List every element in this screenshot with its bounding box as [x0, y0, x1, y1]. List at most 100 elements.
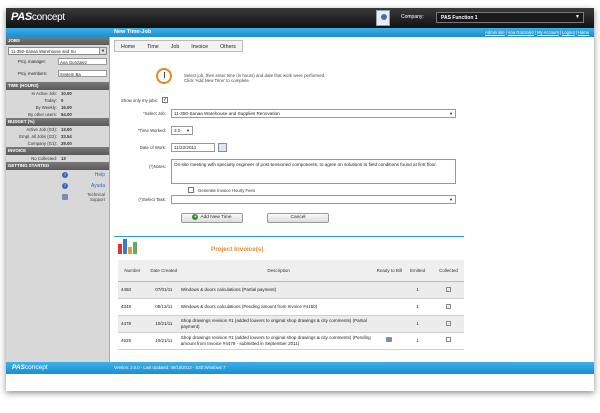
invoice-number: 4450: [118, 281, 147, 299]
invoice-heading: INVOICE: [6, 147, 109, 155]
invoice-description: Windows & doors calculations (Pending am…: [180, 298, 377, 316]
help-icon: ?: [62, 183, 68, 189]
home-link[interactable]: Home: [578, 30, 589, 35]
collected-checkbox[interactable]: ✓: [446, 286, 452, 292]
budget-stat-value: 29.00: [61, 141, 72, 146]
time-stat-row: Today: 0: [6, 97, 109, 104]
tab-home[interactable]: Home: [115, 41, 141, 51]
generate-invoice-checkbox[interactable]: [188, 187, 194, 193]
chevron-down-icon: ▼: [449, 197, 453, 202]
date-of-work-label: Date of Work:: [139, 145, 166, 150]
proj-members-row: Proj. members: System Ba: [6, 69, 109, 78]
top-bar: PASconcept Company: PAS Function 1 ▼: [6, 8, 594, 28]
jobs-heading: JOBS: [6, 37, 109, 45]
time-worked-select[interactable]: 3.0 ▼: [171, 126, 193, 135]
project-invoices-title: Project Invoice(s): [211, 246, 264, 253]
collected-checkbox[interactable]: ✓: [446, 303, 452, 309]
time-stat-row: By Weekly: 16.00: [6, 104, 109, 111]
date-of-work-input[interactable]: 11/22/2011: [171, 143, 215, 152]
help-link-row[interactable]: ? Help: [6, 170, 109, 181]
invoice-number: 4478: [118, 315, 147, 333]
table-row[interactable]: 4450 07/01/11 Windows & doors calculations…: [118, 281, 464, 299]
time-stat-row: By other users: 54.00: [6, 111, 109, 118]
invoice-date: 09/13/11: [146, 298, 181, 316]
show-only-my-jobs-checkbox[interactable]: ✓: [162, 97, 168, 103]
ayuda-link-row[interactable]: ? Ayuda: [6, 181, 109, 192]
col-number: Number: [118, 260, 147, 282]
time-heading: TIME (HOURS): [6, 82, 109, 90]
company-label: Company:: [401, 14, 424, 20]
app-window: PASconcept Company: PAS Function 1 ▼ New …: [6, 8, 594, 391]
tab-job[interactable]: Job: [165, 41, 186, 51]
admin-site-link[interactable]: Admin site: [485, 30, 505, 35]
time-stat-value: 54.00: [61, 112, 72, 117]
collected-checkbox[interactable]: [446, 337, 452, 343]
table-row[interactable]: 4529 10/21/11 Shop drawings revision #1 (a…: [118, 332, 464, 350]
cancel-button[interactable]: Cancel: [267, 213, 329, 223]
invoice-description: Shop drawings revision #1 (added louvers…: [180, 315, 377, 333]
chevron-down-icon: ▼: [99, 48, 106, 54]
table-row[interactable]: 4348 09/13/11 Windows & doors calculations…: [118, 298, 464, 316]
ready-to-bill-cell: [376, 281, 403, 299]
proj-members-select[interactable]: System Ba: [58, 70, 107, 77]
ready-to-bill-cell: [376, 315, 403, 333]
budget-stat-row: Empl. all Jobs (G2): 33.54: [6, 133, 109, 140]
user-name-link[interactable]: Ana Gonzalez: [508, 30, 534, 35]
top-links: Admin site|Ana Gonzalez|My Account|Logou…: [485, 30, 589, 35]
generate-invoice-label: Generate Invoice Hourly Fees: [198, 188, 256, 193]
col-collected: Collected: [433, 260, 464, 282]
notes-textarea[interactable]: On-site meeting with specialty engineer …: [171, 159, 456, 184]
sidebar: JOBS 11-350-Sanaa Warehouse and Su ▼ Proj…: [6, 37, 110, 362]
invoice-date: 07/01/11: [146, 281, 181, 299]
clock-icon: [156, 68, 172, 84]
time-stat-value: 10.00: [61, 91, 72, 96]
invoice-emitted: 1: [402, 332, 434, 350]
support-icon: [62, 194, 68, 200]
select-job-dropdown[interactable]: 11-350-Sanaa Warehouse and Supplies Reno…: [171, 109, 456, 118]
company-select[interactable]: PAS Function 1 ▼: [436, 12, 584, 23]
add-new-time-button[interactable]: + Add New Time: [181, 213, 243, 223]
chevron-down-icon: ▼: [186, 128, 190, 133]
table-header-row: Number Date Created Description Ready to…: [118, 260, 464, 282]
proj-manager-label: Proj. manager:: [18, 59, 47, 64]
col-description: Description: [180, 260, 377, 282]
tab-invoice[interactable]: Invoice: [185, 41, 214, 51]
budget-stat-label: Active Job (G3):: [26, 127, 57, 132]
table-row[interactable]: 4478 10/21/11 Shop drawings revision #1 (a…: [118, 315, 464, 333]
ayuda-link[interactable]: Ayuda: [91, 183, 105, 189]
calendar-icon[interactable]: [218, 143, 227, 152]
budget-stat-row: Active Job (G3): 13.00: [6, 126, 109, 133]
ready-to-bill-cell: [376, 332, 403, 350]
tab-others[interactable]: Others: [214, 41, 242, 51]
invoice-description: Shop drawings revision #1 (added louvers…: [180, 332, 377, 350]
budget-stat-label: Company (G1):: [27, 141, 57, 146]
invoice-number: 4348: [118, 298, 147, 316]
select-task-dropdown[interactable]: ▼: [171, 195, 456, 204]
help-link[interactable]: Help: [95, 172, 105, 178]
tab-time[interactable]: Time: [141, 41, 165, 51]
technical-support-row[interactable]: Technical Support: [6, 192, 109, 203]
logout-link[interactable]: Logout: [562, 30, 575, 35]
proj-manager-field: Ana Gonzalez: [58, 58, 107, 65]
chevron-down-icon: ▼: [575, 14, 580, 20]
app-logo[interactable]: PASconcept: [11, 11, 65, 23]
print-icon[interactable]: [386, 337, 393, 343]
collected-cell: [433, 332, 464, 350]
job-select[interactable]: 11-350-Sanaa Warehouse and Su ▼: [8, 47, 107, 55]
collected-checkbox[interactable]: ✓: [446, 320, 452, 326]
technical-support-link[interactable]: Technical Support: [87, 192, 105, 202]
time-stat-label: By other users:: [28, 112, 57, 117]
version-text: Version: 3.0.0 - Last Updated: 06/15/201…: [114, 365, 226, 370]
section-divider: [114, 236, 464, 237]
proj-members-label: Proj. members:: [18, 71, 48, 76]
footer-logo: PASconcept: [12, 364, 48, 371]
my-account-link[interactable]: My Account: [537, 30, 559, 35]
invoice-stat-label: No Collected:: [31, 156, 57, 161]
time-stat-label: In Active Job:: [31, 91, 57, 96]
time-stat-label: By Weekly:: [35, 105, 57, 110]
budget-stat-row: Company (G1): 29.00: [6, 140, 109, 147]
col-emitted: Emitted: [402, 260, 434, 282]
footer-bar: PASconcept Version: 3.0.0 - Last Updated…: [6, 362, 594, 374]
invoice-description: Windows & doors calculations (Partial pa…: [180, 281, 377, 299]
budget-stat-value: 33.54: [61, 134, 72, 139]
